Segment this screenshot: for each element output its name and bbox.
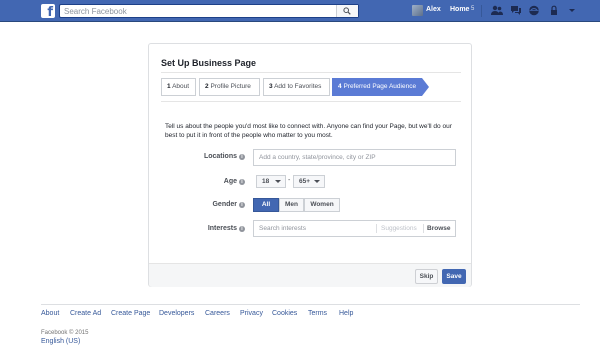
info-icon[interactable]: i — [239, 202, 245, 208]
step-number: 4 — [338, 83, 342, 90]
footer-link-help[interactable]: Help — [339, 310, 353, 317]
title-divider — [161, 72, 461, 73]
facebook-logo-icon[interactable]: f — [41, 4, 55, 18]
step-label: About — [172, 83, 190, 90]
privacy-shortcuts-icon[interactable] — [548, 5, 560, 16]
locations-label: Locations i — [155, 153, 245, 160]
setup-business-page-dialog: Set Up Business Page 1 About 2 Profile P… — [148, 43, 472, 287]
friend-requests-icon[interactable] — [491, 5, 503, 16]
top-navigation-bar: f Search Facebook Alex Home 5 — [0, 0, 600, 22]
step-number: 1 — [167, 83, 171, 90]
footer-divider — [41, 304, 580, 305]
nav-divider — [481, 5, 482, 17]
footer-link-create-page[interactable]: Create Page — [111, 310, 150, 317]
profile-link[interactable]: Alex — [426, 6, 441, 13]
copyright-text: Facebook © 2015 — [41, 330, 89, 336]
age-label-text: Age — [223, 178, 237, 185]
interests-divider — [376, 224, 377, 233]
step-number: 2 — [205, 83, 209, 90]
step-add-to-favorites[interactable]: 3 Add to Favorites — [263, 78, 330, 96]
audience-intro-text: Tell us about the people you'd most like… — [165, 123, 452, 139]
notifications-icon[interactable] — [528, 5, 540, 16]
interests-search-input[interactable]: Search interests Suggestions Browse — [253, 220, 456, 237]
age-label: Age i — [155, 178, 245, 185]
home-notification-count: 5 — [471, 6, 475, 12]
dialog-footer: Skip Save — [149, 263, 471, 287]
info-icon[interactable]: i — [239, 226, 245, 232]
footer-link-cookies[interactable]: Cookies — [272, 310, 297, 317]
interests-label-text: Interests — [207, 225, 237, 232]
interests-label: Interests i — [155, 225, 245, 232]
search-placeholder: Search Facebook — [64, 7, 127, 16]
step-label: Preferred Page Audience — [343, 83, 417, 90]
gender-men-button[interactable]: Men — [279, 198, 304, 212]
info-icon[interactable]: i — [239, 154, 245, 160]
account-menu-icon[interactable] — [566, 5, 578, 16]
interests-browse-link[interactable]: Browse — [427, 225, 450, 232]
info-icon[interactable]: i — [239, 179, 245, 185]
step-profile-picture[interactable]: 2 Profile Picture — [199, 78, 260, 96]
footer-link-developers[interactable]: Developers — [159, 310, 194, 317]
chevron-down-icon — [275, 180, 281, 183]
locations-label-text: Locations — [203, 153, 237, 160]
interests-placeholder: Search interests — [259, 225, 306, 232]
step-preferred-page-audience[interactable]: 4 Preferred Page Audience — [332, 78, 422, 96]
gender-all-button[interactable]: All — [253, 198, 279, 212]
footer-link-privacy[interactable]: Privacy — [240, 310, 263, 317]
gender-women-button[interactable]: Women — [304, 198, 340, 212]
footer-link-careers[interactable]: Careers — [205, 310, 230, 317]
save-button[interactable]: Save — [442, 269, 466, 284]
interests-divider — [423, 224, 424, 233]
search-input[interactable]: Search Facebook — [59, 4, 359, 18]
setup-steps: 1 About 2 Profile Picture 3 Add to Favor… — [161, 78, 429, 96]
locations-field[interactable]: Add a country, state/province, city or Z… — [253, 149, 456, 166]
active-step-arrow — [422, 78, 429, 96]
age-min-select[interactable]: 18 — [256, 175, 286, 188]
age-max-value: 65+ — [299, 178, 311, 185]
footer-link-create-ad[interactable]: Create Ad — [70, 310, 101, 317]
step-number: 3 — [269, 83, 273, 90]
footer-link-terms[interactable]: Terms — [308, 310, 327, 317]
language-link[interactable]: English (US) — [41, 338, 80, 345]
step-about[interactable]: 1 About — [161, 78, 196, 96]
gender-label-text: Gender — [212, 201, 237, 208]
footer-link-about[interactable]: About — [41, 310, 59, 317]
steps-divider — [161, 101, 461, 102]
age-min-value: 18 — [262, 178, 270, 185]
age-max-select[interactable]: 65+ — [293, 175, 325, 188]
locations-placeholder: Add a country, state/province, city or Z… — [259, 154, 376, 161]
skip-button[interactable]: Skip — [415, 269, 438, 284]
age-separator: - — [288, 177, 291, 184]
step-label: Add to Favorites — [274, 83, 322, 90]
search-button[interactable] — [336, 5, 358, 17]
home-link[interactable]: Home — [450, 6, 469, 13]
interests-suggestions-link[interactable]: Suggestions — [381, 225, 417, 232]
step-label: Profile Picture — [210, 83, 251, 90]
avatar[interactable] — [412, 5, 423, 16]
messages-icon[interactable] — [510, 5, 522, 16]
gender-label: Gender i — [155, 201, 245, 208]
chevron-down-icon — [314, 180, 320, 183]
search-icon — [343, 7, 351, 15]
dialog-title: Set Up Business Page — [161, 58, 257, 68]
